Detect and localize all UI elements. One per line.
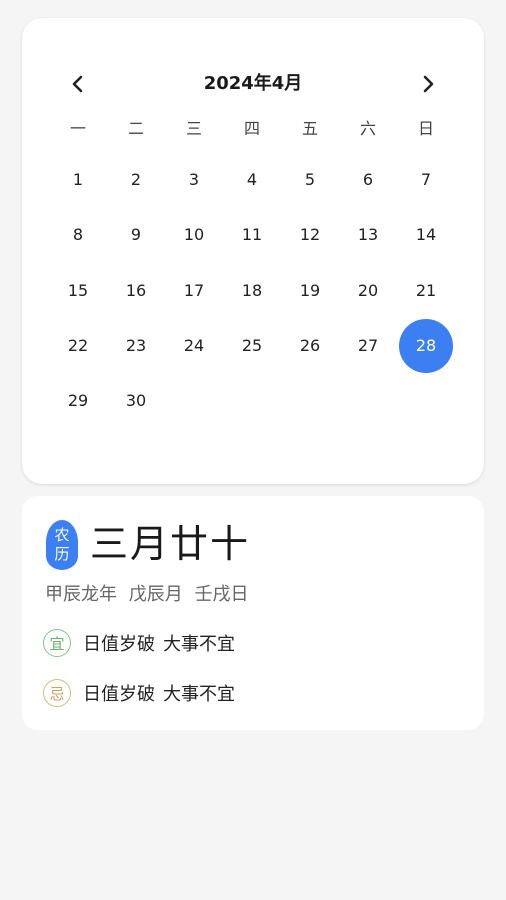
day-cell[interactable]: 3 — [165, 152, 223, 207]
ganzhi-line: 甲辰龙年 戊辰月 壬戌日 — [45, 582, 254, 608]
ji-row: 忌 日值岁破 大事不宜 — [43, 678, 243, 708]
day-cell[interactable]: 15 — [49, 263, 107, 318]
weekday-header: 一 二 三 四 五 六 日 — [49, 114, 455, 144]
day-cell[interactable]: 23 — [107, 318, 165, 373]
lunar-date: 三月廿十 — [90, 522, 251, 566]
day-cell[interactable]: 26 — [281, 318, 339, 373]
day-cell[interactable]: 19 — [281, 263, 339, 318]
day-cell[interactable]: 11 — [223, 207, 281, 262]
day-number: 9 — [130, 225, 142, 245]
yi-text-part: 日值岁破 — [83, 634, 155, 655]
day-cell[interactable]: 14 — [397, 207, 455, 262]
prev-month-button[interactable] — [62, 68, 94, 100]
day-number: 27 — [357, 336, 379, 356]
day-number: 25 — [241, 336, 263, 356]
day-cell[interactable]: 10 — [165, 207, 223, 262]
day-cell[interactable]: 5 — [281, 152, 339, 207]
weekday-label: 一 — [69, 119, 86, 138]
day-cell[interactable]: 12 — [281, 207, 339, 262]
day-number: 3 — [188, 170, 200, 190]
ganzhi-day: 壬戌日 — [194, 584, 249, 605]
day-number: 20 — [357, 280, 379, 300]
day-cell[interactable]: 16 — [107, 263, 165, 318]
day-cell-selected[interactable]: 28 — [397, 318, 455, 373]
day-number: 14 — [415, 225, 437, 245]
day-number: 12 — [299, 225, 321, 245]
yi-text: 日值岁破 大事不宜 — [83, 630, 243, 656]
weekday-label: 日 — [417, 119, 434, 138]
chevron-right-icon — [423, 75, 434, 93]
ji-icon: 忌 — [43, 679, 71, 707]
day-cell[interactable]: 21 — [397, 263, 455, 318]
day-cell[interactable]: 18 — [223, 263, 281, 318]
day-cell[interactable]: 20 — [339, 263, 397, 318]
day-cell[interactable]: 25 — [223, 318, 281, 373]
day-number: 26 — [299, 336, 321, 356]
days-grid: 1 2 3 4 5 6 7 8 9 10 11 12 13 14 15 16 1… — [49, 152, 455, 428]
lunar-badge: 农 历 — [46, 520, 78, 570]
day-number: 30 — [125, 391, 147, 411]
ji-text-part: 日值岁破 — [83, 684, 155, 705]
yi-row: 宜 日值岁破 大事不宜 — [43, 628, 243, 658]
day-number: 7 — [420, 170, 432, 190]
yi-icon: 宜 — [43, 629, 71, 657]
weekday-label: 三 — [185, 119, 202, 138]
weekday-label: 四 — [243, 119, 260, 138]
ganzhi-year: 甲辰龙年 — [45, 584, 117, 605]
day-number: 15 — [67, 280, 89, 300]
weekday-label: 二 — [127, 119, 144, 138]
weekday-label: 六 — [359, 119, 376, 138]
day-number: 4 — [246, 170, 258, 190]
weekday-label: 五 — [301, 119, 318, 138]
day-cell[interactable]: 9 — [107, 207, 165, 262]
day-cell[interactable]: 30 — [107, 373, 165, 428]
chevron-left-icon — [72, 75, 83, 93]
day-number: 13 — [357, 225, 379, 245]
day-cell[interactable]: 8 — [49, 207, 107, 262]
day-number: 18 — [241, 280, 263, 300]
day-cell[interactable]: 29 — [49, 373, 107, 428]
day-cell[interactable]: 17 — [165, 263, 223, 318]
ganzhi-month: 戊辰月 — [128, 584, 183, 605]
day-number: 21 — [415, 280, 437, 300]
day-number: 1 — [72, 170, 84, 190]
lunar-badge-char: 农 — [54, 526, 70, 544]
day-cell[interactable]: 22 — [49, 318, 107, 373]
calendar-card: 2024年4月 一 二 三 四 五 六 日 1 2 3 4 5 6 7 8 9 … — [22, 18, 484, 484]
day-number: 28 — [399, 318, 453, 373]
ji-text-part: 大事不宜 — [163, 684, 235, 705]
day-number: 24 — [183, 336, 205, 356]
day-cell[interactable]: 7 — [397, 152, 455, 207]
day-number: 10 — [183, 225, 205, 245]
day-number: 19 — [299, 280, 321, 300]
day-cell[interactable]: 1 — [49, 152, 107, 207]
day-cell[interactable]: 24 — [165, 318, 223, 373]
day-number: 5 — [304, 170, 316, 190]
day-number: 29 — [67, 391, 89, 411]
lunar-badge-char: 历 — [54, 545, 70, 563]
next-month-button[interactable] — [412, 68, 444, 100]
calendar-header: 2024年4月 — [22, 64, 484, 104]
day-cell[interactable]: 27 — [339, 318, 397, 373]
day-number: 17 — [183, 280, 205, 300]
day-cell[interactable]: 13 — [339, 207, 397, 262]
day-number: 22 — [67, 336, 89, 356]
day-number: 6 — [362, 170, 374, 190]
day-number: 23 — [125, 336, 147, 356]
day-cell[interactable]: 4 — [223, 152, 281, 207]
day-number: 8 — [72, 225, 84, 245]
ji-text: 日值岁破 大事不宜 — [83, 680, 243, 706]
lunar-info-card: 农 历 三月廿十 甲辰龙年 戊辰月 壬戌日 宜 日值岁破 大事不宜 忌 日值岁破大… — [22, 496, 484, 730]
day-number: 2 — [130, 170, 142, 190]
day-cell[interactable]: 6 — [339, 152, 397, 207]
yi-text-part: 大事不宜 — [163, 634, 235, 655]
day-cell[interactable]: 2 — [107, 152, 165, 207]
day-number: 11 — [241, 225, 263, 245]
day-number: 16 — [125, 280, 147, 300]
